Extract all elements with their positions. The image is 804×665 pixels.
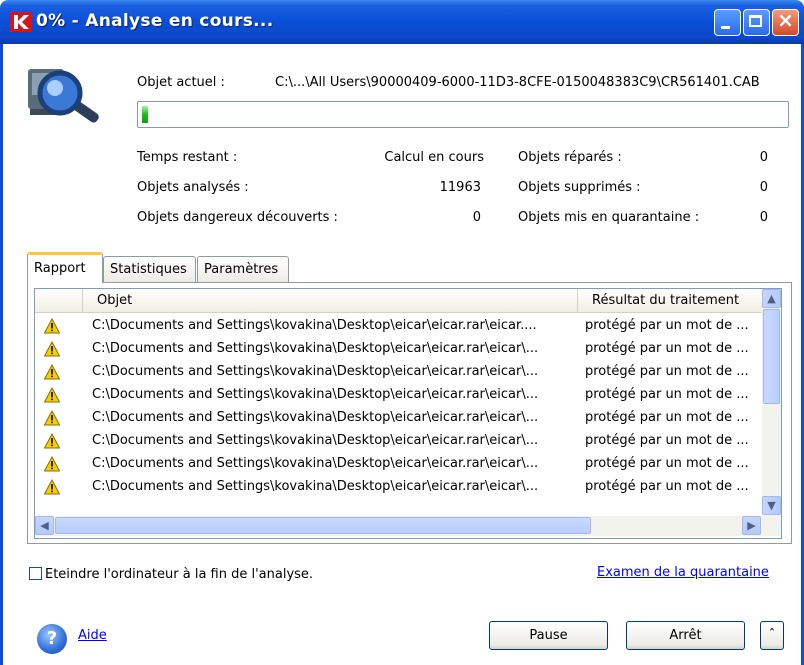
quarantine-link[interactable]: Examen de la quarantaine bbox=[597, 565, 769, 580]
close-icon: × bbox=[777, 8, 794, 32]
window-frame-left bbox=[0, 44, 3, 665]
tab-rapport[interactable]: Rapport bbox=[27, 252, 103, 283]
report-list[interactable]: Objet Résultat du traitement C:\Document… bbox=[34, 288, 782, 539]
deleted-objects-value: 0 bbox=[759, 180, 768, 195]
warning-triangle-icon bbox=[43, 386, 61, 403]
row-result: protégé par un mot de ... bbox=[585, 341, 749, 356]
quarantined-objects-label: Objets mis en quarantaine : bbox=[518, 210, 700, 225]
column-header-result[interactable]: Résultat du traitement bbox=[578, 289, 762, 312]
row-object-path: C:\Documents and Settings\kovakina\Deskt… bbox=[92, 479, 539, 494]
row-result: protégé par un mot de ... bbox=[585, 364, 749, 379]
table-row[interactable]: C:\Documents and Settings\kovakina\Deskt… bbox=[35, 315, 762, 338]
deleted-objects-label: Objets supprimés : bbox=[518, 180, 641, 195]
vertical-scroll-thumb[interactable] bbox=[763, 309, 780, 404]
scroll-right-button[interactable]: ▶ bbox=[742, 516, 761, 535]
tab-statistiques[interactable]: Statistiques bbox=[103, 256, 196, 282]
minimize-button[interactable] bbox=[714, 9, 741, 36]
row-result: protégé par un mot de ... bbox=[585, 410, 749, 425]
warning-triangle-icon bbox=[43, 455, 61, 472]
scroll-left-button[interactable]: ◀ bbox=[35, 516, 54, 535]
analyzed-objects-value: 11963 bbox=[439, 180, 481, 195]
row-object-path: C:\Documents and Settings\kovakina\Deskt… bbox=[92, 318, 537, 333]
table-row[interactable]: C:\Documents and Settings\kovakina\Deskt… bbox=[35, 453, 762, 476]
row-object-path: C:\Documents and Settings\kovakina\Deskt… bbox=[92, 456, 539, 471]
column-header-icon[interactable] bbox=[35, 289, 83, 312]
current-object-path: C:\...\All Users\90000409-6000-11D3-8CFE… bbox=[275, 75, 760, 90]
horizontal-scroll-thumb[interactable] bbox=[55, 517, 591, 534]
pause-button[interactable]: Pause bbox=[489, 621, 608, 650]
stop-button[interactable]: Arrêt bbox=[626, 621, 745, 650]
horizontal-scrollbar[interactable]: ◀ ▶ bbox=[35, 516, 781, 536]
current-object-label: Objet actuel : bbox=[137, 75, 225, 90]
tab-parametres[interactable]: Paramètres bbox=[197, 256, 289, 282]
scroll-up-button[interactable]: ▲ bbox=[762, 289, 781, 308]
table-row[interactable]: C:\Documents and Settings\kovakina\Deskt… bbox=[35, 430, 762, 453]
warning-triangle-icon bbox=[43, 363, 61, 380]
row-object-path: C:\Documents and Settings\kovakina\Deskt… bbox=[92, 433, 539, 448]
progress-fill bbox=[142, 106, 148, 123]
row-result: protégé par un mot de ... bbox=[585, 387, 749, 402]
row-object-path: C:\Documents and Settings\kovakina\Deskt… bbox=[92, 341, 539, 356]
window-title: 0% - Analyse en cours... bbox=[36, 11, 274, 31]
dangerous-objects-value: 0 bbox=[472, 210, 481, 225]
maximize-button[interactable] bbox=[743, 9, 770, 36]
warning-triangle-icon bbox=[43, 409, 61, 426]
close-button[interactable]: × bbox=[772, 8, 799, 36]
report-list-header: Objet Résultat du traitement bbox=[35, 289, 762, 313]
quarantined-objects-value: 0 bbox=[759, 210, 768, 225]
row-result: protégé par un mot de ... bbox=[585, 318, 749, 333]
warning-triangle-icon bbox=[43, 340, 61, 357]
row-object-path: C:\Documents and Settings\kovakina\Deskt… bbox=[92, 410, 539, 425]
warning-triangle-icon bbox=[43, 432, 61, 449]
row-result: protégé par un mot de ... bbox=[585, 433, 749, 448]
table-row[interactable]: C:\Documents and Settings\kovakina\Deskt… bbox=[35, 476, 762, 499]
shutdown-label: Eteindre l'ordinateur à la fin de l'anal… bbox=[45, 567, 314, 582]
kaspersky-logo-icon bbox=[10, 12, 32, 32]
scan-progress-bar bbox=[137, 101, 789, 128]
column-header-object[interactable]: Objet bbox=[83, 289, 578, 312]
repaired-objects-label: Objets réparés : bbox=[518, 150, 622, 165]
collapse-button[interactable]: ˆ bbox=[760, 621, 784, 650]
row-object-path: C:\Documents and Settings\kovakina\Deskt… bbox=[92, 387, 539, 402]
table-row[interactable]: C:\Documents and Settings\kovakina\Deskt… bbox=[35, 361, 762, 384]
help-link[interactable]: Aide bbox=[78, 628, 107, 643]
vertical-scrollbar[interactable]: ▲ ▼ bbox=[762, 289, 781, 516]
warning-triangle-icon bbox=[43, 317, 61, 334]
row-object-path: C:\Documents and Settings\kovakina\Deskt… bbox=[92, 364, 539, 379]
title-bar[interactable]: 0% - Analyse en cours... × bbox=[0, 0, 804, 44]
row-result: protégé par un mot de ... bbox=[585, 456, 749, 471]
table-row[interactable]: C:\Documents and Settings\kovakina\Deskt… bbox=[35, 407, 762, 430]
scan-window: 0% - Analyse en cours... × Objet actuel … bbox=[0, 0, 804, 665]
help-icon[interactable]: ? bbox=[37, 624, 67, 654]
table-row[interactable]: C:\Documents and Settings\kovakina\Deskt… bbox=[35, 384, 762, 407]
time-remaining-label: Temps restant : bbox=[137, 150, 238, 165]
analyzed-objects-label: Objets analysés : bbox=[137, 180, 249, 195]
warning-triangle-icon bbox=[43, 478, 61, 495]
row-result: protégé par un mot de ... bbox=[585, 479, 749, 494]
magnifier-scan-icon bbox=[28, 69, 99, 123]
table-row[interactable]: C:\Documents and Settings\kovakina\Deskt… bbox=[35, 338, 762, 361]
dangerous-objects-label: Objets dangereux découverts : bbox=[137, 210, 338, 225]
scroll-down-button[interactable]: ▼ bbox=[762, 496, 781, 515]
time-remaining-value: Calcul en cours bbox=[384, 150, 484, 165]
shutdown-checkbox[interactable] bbox=[29, 567, 42, 580]
repaired-objects-value: 0 bbox=[759, 150, 768, 165]
